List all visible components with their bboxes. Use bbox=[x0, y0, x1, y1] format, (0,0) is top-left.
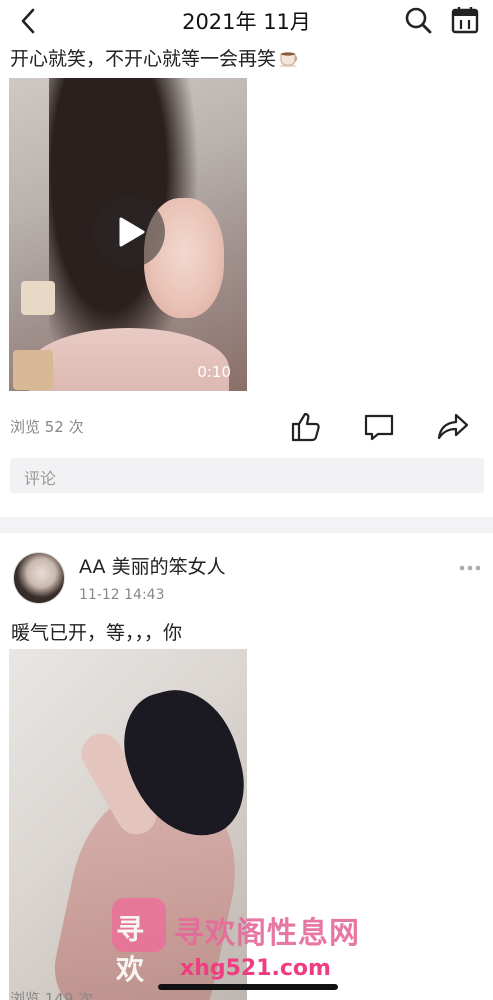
cat-sticker bbox=[13, 350, 53, 390]
comment-placeholder: 评论 bbox=[24, 469, 57, 488]
like-button[interactable] bbox=[290, 410, 324, 444]
comment-icon bbox=[364, 414, 394, 441]
more-options-button[interactable] bbox=[458, 558, 482, 571]
share-icon bbox=[437, 413, 469, 440]
avatar[interactable] bbox=[13, 552, 65, 604]
post-action-row: 浏览 52 次 bbox=[0, 410, 493, 444]
post-text: 暖气已开，等，，，你 bbox=[11, 622, 183, 644]
coffee-cup-icon bbox=[278, 49, 302, 67]
calendar-icon bbox=[451, 7, 479, 34]
view-count: 浏览 52 次 bbox=[10, 418, 84, 436]
top-nav-bar: 2021年 11月 bbox=[0, 0, 493, 44]
watermark-logo: 寻欢 bbox=[112, 898, 166, 986]
post-text: 开心就笑，不开心就等一会再笑 bbox=[10, 44, 302, 71]
search-button[interactable] bbox=[403, 5, 433, 35]
post-text-content: 开心就笑，不开心就等一会再笑 bbox=[10, 48, 277, 70]
watermark-logo-text: 寻欢 bbox=[116, 913, 145, 986]
home-indicator bbox=[158, 984, 338, 990]
calendar-button[interactable] bbox=[450, 5, 480, 35]
play-icon bbox=[119, 217, 145, 247]
author-name[interactable]: AA 美丽的笨女人 bbox=[79, 552, 226, 579]
like-icon bbox=[291, 412, 320, 442]
post-timestamp: 11-12 14:43 bbox=[79, 587, 165, 603]
watermark-site-name: 寻欢阁性息网 bbox=[174, 916, 360, 951]
share-button[interactable] bbox=[436, 410, 470, 444]
watermark: 寻欢 寻欢阁性息网 bbox=[112, 898, 492, 986]
section-divider bbox=[0, 517, 493, 533]
more-dots-icon bbox=[459, 565, 481, 571]
video-duration: 0:10 bbox=[197, 363, 231, 381]
view-count: 浏览 149 次 bbox=[10, 990, 94, 1000]
comment-input[interactable]: 评论 bbox=[10, 458, 484, 493]
cat-sticker bbox=[21, 281, 55, 315]
comment-button[interactable] bbox=[362, 410, 396, 444]
watermark-url: xhg521.com bbox=[180, 956, 331, 981]
play-button[interactable] bbox=[93, 196, 165, 268]
video-thumbnail[interactable]: 0:10 bbox=[9, 78, 247, 391]
search-icon bbox=[405, 7, 432, 34]
